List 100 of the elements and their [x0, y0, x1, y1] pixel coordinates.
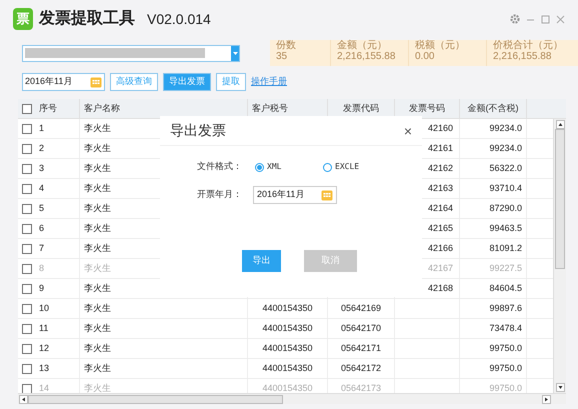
scroll-down-icon[interactable]: [556, 383, 564, 392]
table-cell: 05642173: [340, 382, 382, 393]
table-cell-text: 42162: [428, 162, 453, 175]
table-cell-text: 99463.5: [489, 222, 522, 235]
table-cell-text: 4400154350: [262, 302, 313, 315]
table-cell-text: 李火生: [84, 162, 111, 175]
table-cell-text: 42163: [428, 182, 453, 195]
summary-label: 税额（元）: [415, 40, 466, 51]
checkbox[interactable]: [22, 244, 32, 254]
row-number: 4: [39, 182, 44, 195]
checkbox[interactable]: [22, 364, 32, 374]
table-cell-text: 87290.0: [489, 202, 522, 215]
scroll-right-icon[interactable]: [542, 394, 551, 404]
app-title: 发票提取工具: [39, 8, 135, 29]
table-cell-text: 4400154350: [262, 362, 313, 375]
summary-value: 35: [276, 51, 288, 62]
table-cell-text: 99227.5: [489, 262, 522, 275]
dialog-title: 导出发票: [170, 121, 226, 140]
settings-icon[interactable]: [510, 14, 520, 24]
checkbox[interactable]: [22, 224, 32, 234]
table-cell-text: 99897.6: [489, 302, 522, 315]
summary-label: 金额（元）: [337, 40, 388, 51]
vertical-scrollbar[interactable]: [553, 119, 566, 393]
app-logo: 票: [13, 8, 33, 30]
summary-label: 价税合计（元）: [493, 40, 564, 51]
radio-button[interactable]: [255, 162, 264, 172]
horizontal-scrollbar[interactable]: [18, 393, 566, 404]
row-number: 11: [39, 322, 48, 335]
table-cell-text: 73478.4: [489, 322, 522, 335]
month-label: 开票年月：: [197, 188, 243, 202]
row-number: 2: [39, 142, 44, 155]
radio-option[interactable]: XML: [255, 161, 323, 173]
table-cell-text: 81091.2: [489, 242, 522, 255]
table-cell-text: 99234.0: [489, 122, 522, 135]
summary-label: 份数: [276, 40, 297, 51]
column-header[interactable]: 金额(不含税): [460, 99, 527, 118]
table-cell-text: 05642170: [340, 322, 382, 335]
row-number: 7: [39, 242, 44, 255]
table-cell-text: 李火生: [84, 282, 111, 295]
radio-option[interactable]: EXCLE: [323, 161, 360, 173]
dialog-month-field[interactable]: 2016年11月: [253, 186, 337, 204]
table-cell-text: 李火生: [84, 182, 111, 195]
table-cell-text: 李火生: [84, 242, 111, 255]
checkbox[interactable]: [22, 324, 32, 334]
table-cell-text: 李火生: [84, 122, 111, 135]
summary-value: 2,216,155.88: [337, 51, 396, 62]
table-cell-text: 42160: [428, 122, 453, 135]
summary-value: 0.00: [415, 51, 436, 62]
table-cell-text: 李火生: [84, 302, 111, 315]
checkbox[interactable]: [22, 304, 32, 314]
format-label: 文件格式：: [197, 160, 243, 174]
table-cell-text: 李火生: [84, 262, 111, 275]
table-cell-text: 42165: [428, 222, 453, 235]
checkbox[interactable]: [22, 144, 32, 154]
table-cell-text: 99234.0: [489, 142, 522, 155]
row-number: 3: [39, 162, 44, 175]
table-cell-text: 99750.0: [489, 342, 522, 355]
scroll-up-icon[interactable]: [556, 120, 564, 129]
table-cell: 李火生: [84, 382, 111, 393]
table-cell: 99750.0: [489, 382, 522, 393]
checkbox[interactable]: [22, 184, 32, 194]
row-number: 6: [39, 222, 44, 235]
row-number: 13: [39, 362, 50, 375]
row-number: 8: [39, 262, 44, 275]
row-number: 10: [39, 302, 50, 315]
table-cell-text: 05642171: [340, 342, 382, 355]
table-cell-text: 4400154350: [262, 322, 313, 335]
scroll-thumb[interactable]: [28, 394, 283, 404]
table-cell-text: 42166: [428, 242, 453, 255]
table-cell-text: 42164: [428, 202, 453, 215]
table-cell-text: 李火生: [84, 362, 111, 375]
table-cell-text: 李火生: [84, 222, 111, 235]
version-label: V02.0.014: [147, 10, 211, 28]
table-cell-text: 56322.0: [489, 162, 522, 175]
checkbox[interactable]: [22, 124, 32, 134]
radio-button[interactable]: [323, 162, 332, 172]
row-number: 12: [39, 342, 50, 355]
close-button[interactable]: ×: [404, 124, 412, 138]
table-cell-text: 93710.4: [489, 182, 522, 195]
scroll-thumb[interactable]: [555, 129, 565, 269]
checkbox[interactable]: [22, 284, 32, 294]
column-header[interactable]: 序号: [35, 99, 80, 118]
table-cell-text: 李火生: [84, 142, 111, 155]
table-cell-text: 李火生: [84, 322, 111, 335]
row-number: 1: [39, 122, 44, 135]
checkbox[interactable]: [22, 164, 32, 174]
checkbox[interactable]: [22, 104, 32, 114]
table-cell: 4400154350: [262, 382, 313, 393]
table-cell-text: 05642169: [340, 302, 382, 315]
table-cell-text: 4400154350: [262, 342, 313, 355]
table-cell-text: 李火生: [84, 202, 111, 215]
table-cell-text: 42167: [428, 262, 453, 275]
company-dropdown[interactable]: [22, 44, 240, 62]
month-field[interactable]: 2016年11月: [22, 73, 105, 91]
table-cell-text: 84604.5: [489, 282, 522, 295]
checkbox[interactable]: [22, 344, 32, 354]
table-cell-text: 42161: [428, 142, 453, 155]
checkbox[interactable]: [22, 204, 32, 214]
scroll-left-icon[interactable]: [19, 394, 28, 404]
table-cell-text: 李火生: [84, 342, 111, 355]
